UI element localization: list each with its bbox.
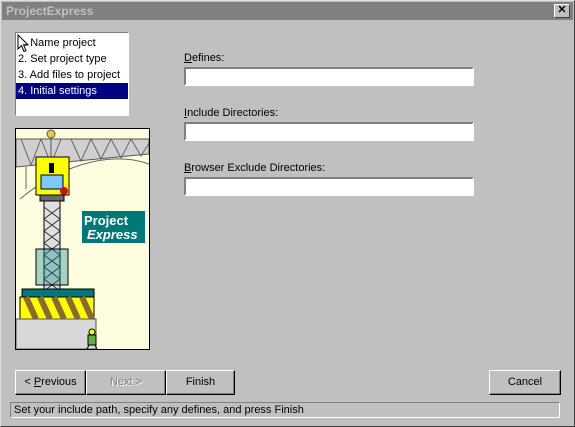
previous-button[interactable]: < Previous: [15, 370, 86, 395]
include-directories-label: Include Directories:: [184, 107, 279, 119]
projectexpress-dialog: ProjectExpress ✕ 1. Name project 2. Set …: [0, 0, 575, 427]
close-icon: ✕: [557, 4, 567, 16]
mouse-pointer-icon: [17, 34, 30, 53]
browser-exclude-directories-input[interactable]: [184, 177, 474, 196]
step-initial-settings[interactable]: 4. Initial settings: [16, 83, 128, 99]
step-name-project[interactable]: 1. Name project: [16, 35, 128, 51]
status-bar: Set your include path, specify any defin…: [10, 402, 560, 418]
browser-exclude-directories-label: Browser Exclude Directories:: [184, 162, 326, 174]
title-bar: ProjectExpress ✕: [2, 2, 573, 20]
status-text: Set your include path, specify any defin…: [14, 404, 304, 416]
finish-button[interactable]: Finish: [166, 370, 235, 395]
wizard-steps-list: 1. Name project 2. Set project type 3. A…: [15, 32, 129, 116]
include-directories-input[interactable]: [184, 122, 474, 141]
close-button[interactable]: ✕: [554, 4, 570, 18]
logo-text-express: Express: [87, 227, 138, 242]
defines-label: Defines:: [184, 52, 225, 64]
window-title: ProjectExpress: [6, 4, 94, 18]
step-set-project-type[interactable]: 2. Set project type: [16, 51, 128, 67]
logo-text-project: Project: [84, 213, 129, 228]
project-express-illustration: Project Express: [15, 128, 150, 350]
next-button[interactable]: Next >: [86, 370, 166, 395]
cancel-button[interactable]: Cancel: [489, 370, 561, 395]
defines-input[interactable]: [184, 67, 474, 86]
step-add-files[interactable]: 3. Add files to project: [16, 67, 128, 83]
